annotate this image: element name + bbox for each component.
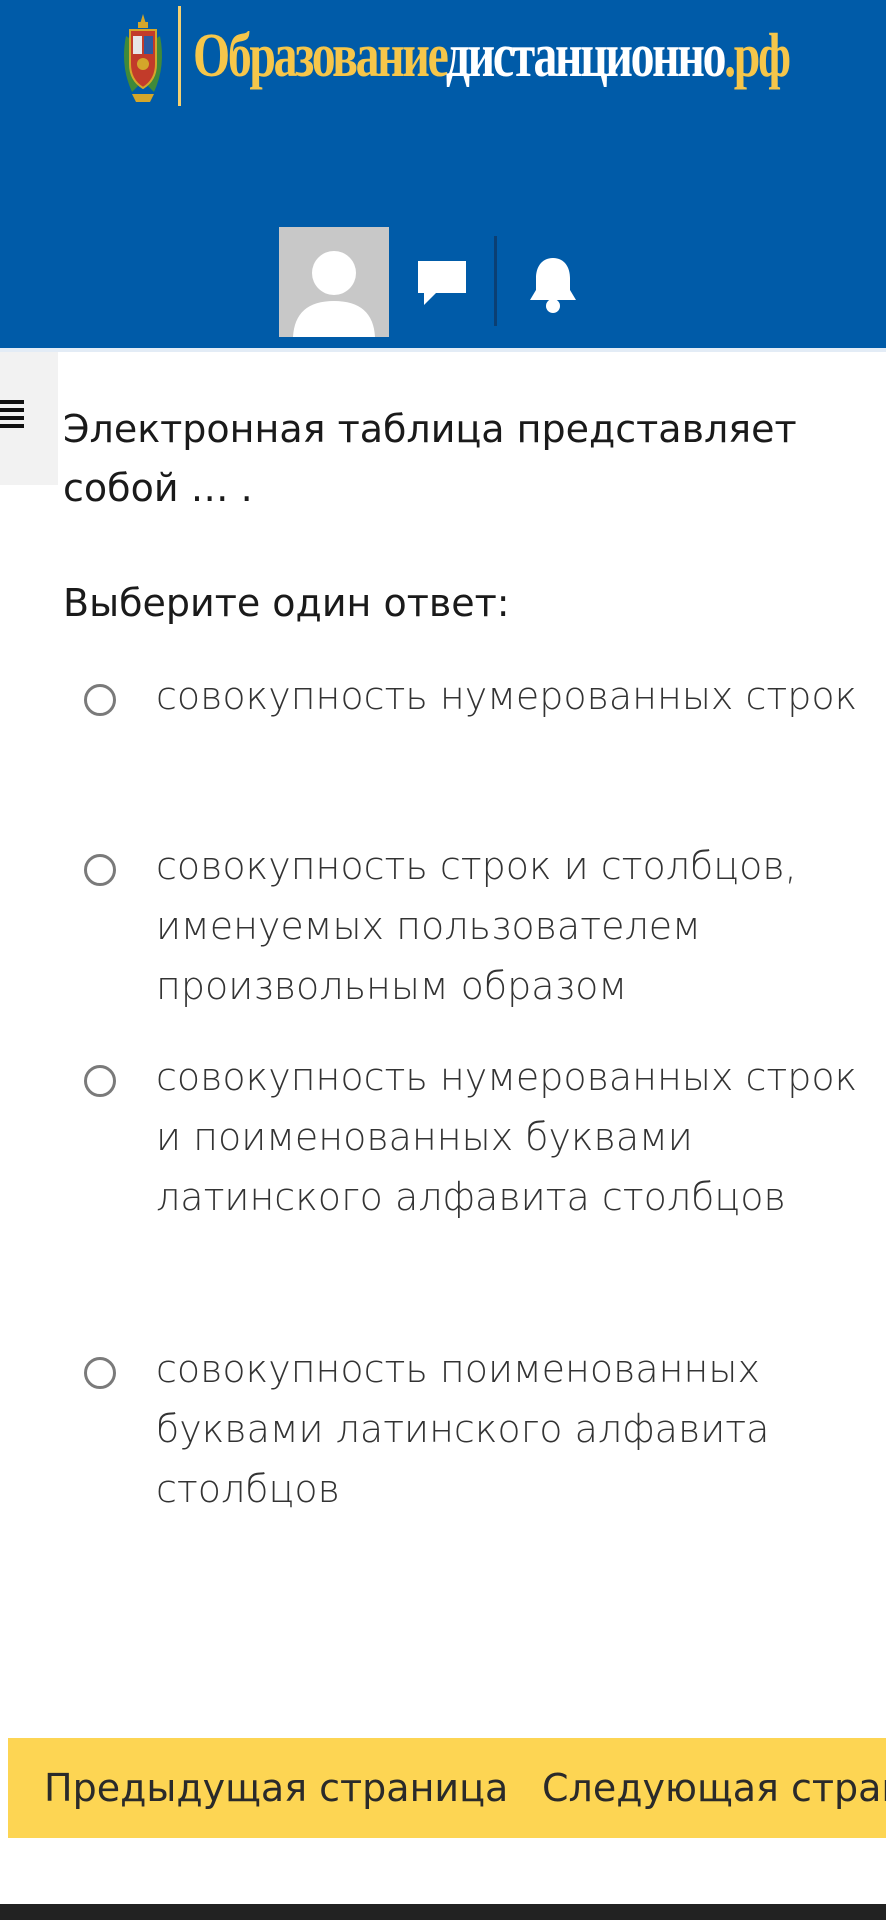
- logo-divider: [178, 6, 181, 106]
- drawer-toggle-button[interactable]: [0, 352, 58, 485]
- header-icon-separator: [494, 236, 497, 326]
- answer-option-label: совокупность нумерованных строк: [156, 674, 858, 718]
- radio-button[interactable]: [84, 1357, 116, 1389]
- logo-part-distantsionno: дистанционно: [445, 22, 727, 90]
- question-text: Электронная таблица представляет собой ……: [63, 407, 797, 510]
- radio-button[interactable]: [84, 1065, 116, 1097]
- previous-page-button[interactable]: Предыдущая страница: [44, 1738, 508, 1838]
- user-silhouette-icon: [293, 251, 375, 337]
- answer-option-label: совокупность нумерованных строк и поимен…: [156, 1055, 858, 1219]
- radio-button[interactable]: [84, 684, 116, 716]
- logo-part-obrazovanie: Образование: [193, 22, 448, 90]
- logo-part-rf: .рф: [724, 22, 791, 90]
- hamburger-menu-icon: [0, 400, 24, 428]
- notifications-bell-icon[interactable]: [526, 254, 580, 316]
- site-header: Образованиедистанционно.рф: [0, 0, 886, 348]
- page-navigation-bar: Предыдущая страница Следующая страница: [8, 1738, 886, 1838]
- emblem-icon: [124, 14, 162, 102]
- user-avatar[interactable]: [279, 227, 389, 337]
- next-page-button[interactable]: Следующая страница: [542, 1738, 886, 1838]
- answer-option-label: совокупность строк и столбцов, именуемых…: [156, 844, 797, 1008]
- system-bottom-bar: [0, 1904, 886, 1920]
- messages-icon[interactable]: [414, 255, 470, 311]
- answer-prompt: Выберите один ответ:: [63, 581, 510, 625]
- answer-option-label: совокупность поименованных буквами латин…: [156, 1347, 770, 1511]
- logo-wordmark: Образованиедистанционно.рф: [193, 4, 791, 108]
- radio-button[interactable]: [84, 854, 116, 886]
- header-bottom-line: [0, 348, 886, 352]
- site-logo[interactable]: Образованиедистанционно.рф: [118, 4, 886, 108]
